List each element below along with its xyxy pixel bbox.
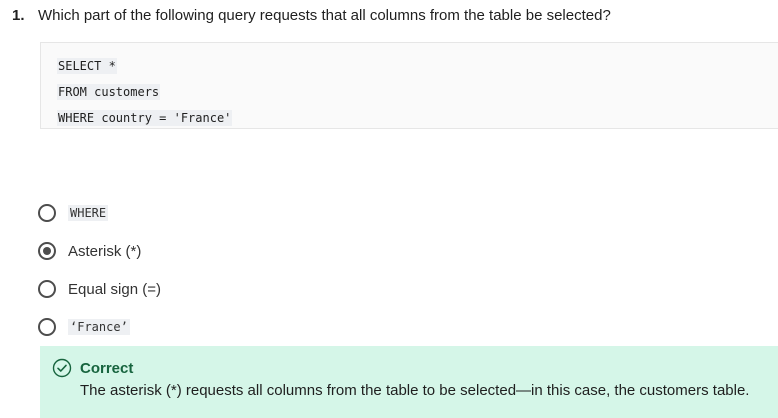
option-label: WHERE — [68, 205, 109, 221]
option-asterisk[interactable]: Asterisk (*) — [38, 232, 161, 270]
question-text: Which part of the following query reques… — [38, 7, 611, 24]
feedback-title: Correct — [80, 359, 134, 377]
code-line-2: FROM customers — [57, 79, 762, 105]
feedback-header: Correct — [52, 358, 766, 378]
radio-button[interactable] — [38, 280, 56, 298]
question: 1. Which part of the following query req… — [12, 6, 611, 26]
option-label: Asterisk (*) — [68, 242, 142, 260]
option-label: ‘France’ — [68, 319, 130, 335]
code-line-text: SELECT * — [57, 58, 117, 74]
feedback-text: The asterisk (*) requests all columns fr… — [80, 382, 750, 399]
option-france[interactable]: ‘France’ — [38, 308, 161, 346]
code-line-3: WHERE country = 'France' — [57, 105, 762, 131]
code-line-1: SELECT * — [57, 53, 762, 79]
question-number: 1. — [12, 7, 25, 24]
option-label: Equal sign (=) — [68, 280, 161, 298]
radio-button[interactable] — [38, 204, 56, 222]
option-equal-sign[interactable]: Equal sign (=) — [38, 270, 161, 308]
code-line-text: FROM customers — [57, 84, 161, 100]
answer-options: WHERE Asterisk (*) Equal sign (=) ‘Franc… — [38, 194, 161, 346]
code-line-text: WHERE country = 'France' — [57, 110, 233, 126]
check-circle-icon — [52, 358, 72, 378]
radio-button-selected[interactable] — [38, 242, 56, 260]
option-where[interactable]: WHERE — [38, 194, 161, 232]
feedback-panel: Correct The asterisk (*) requests all co… — [40, 346, 778, 418]
radio-button[interactable] — [38, 318, 56, 336]
code-block: SELECT * FROM customers WHERE country = … — [40, 42, 778, 129]
